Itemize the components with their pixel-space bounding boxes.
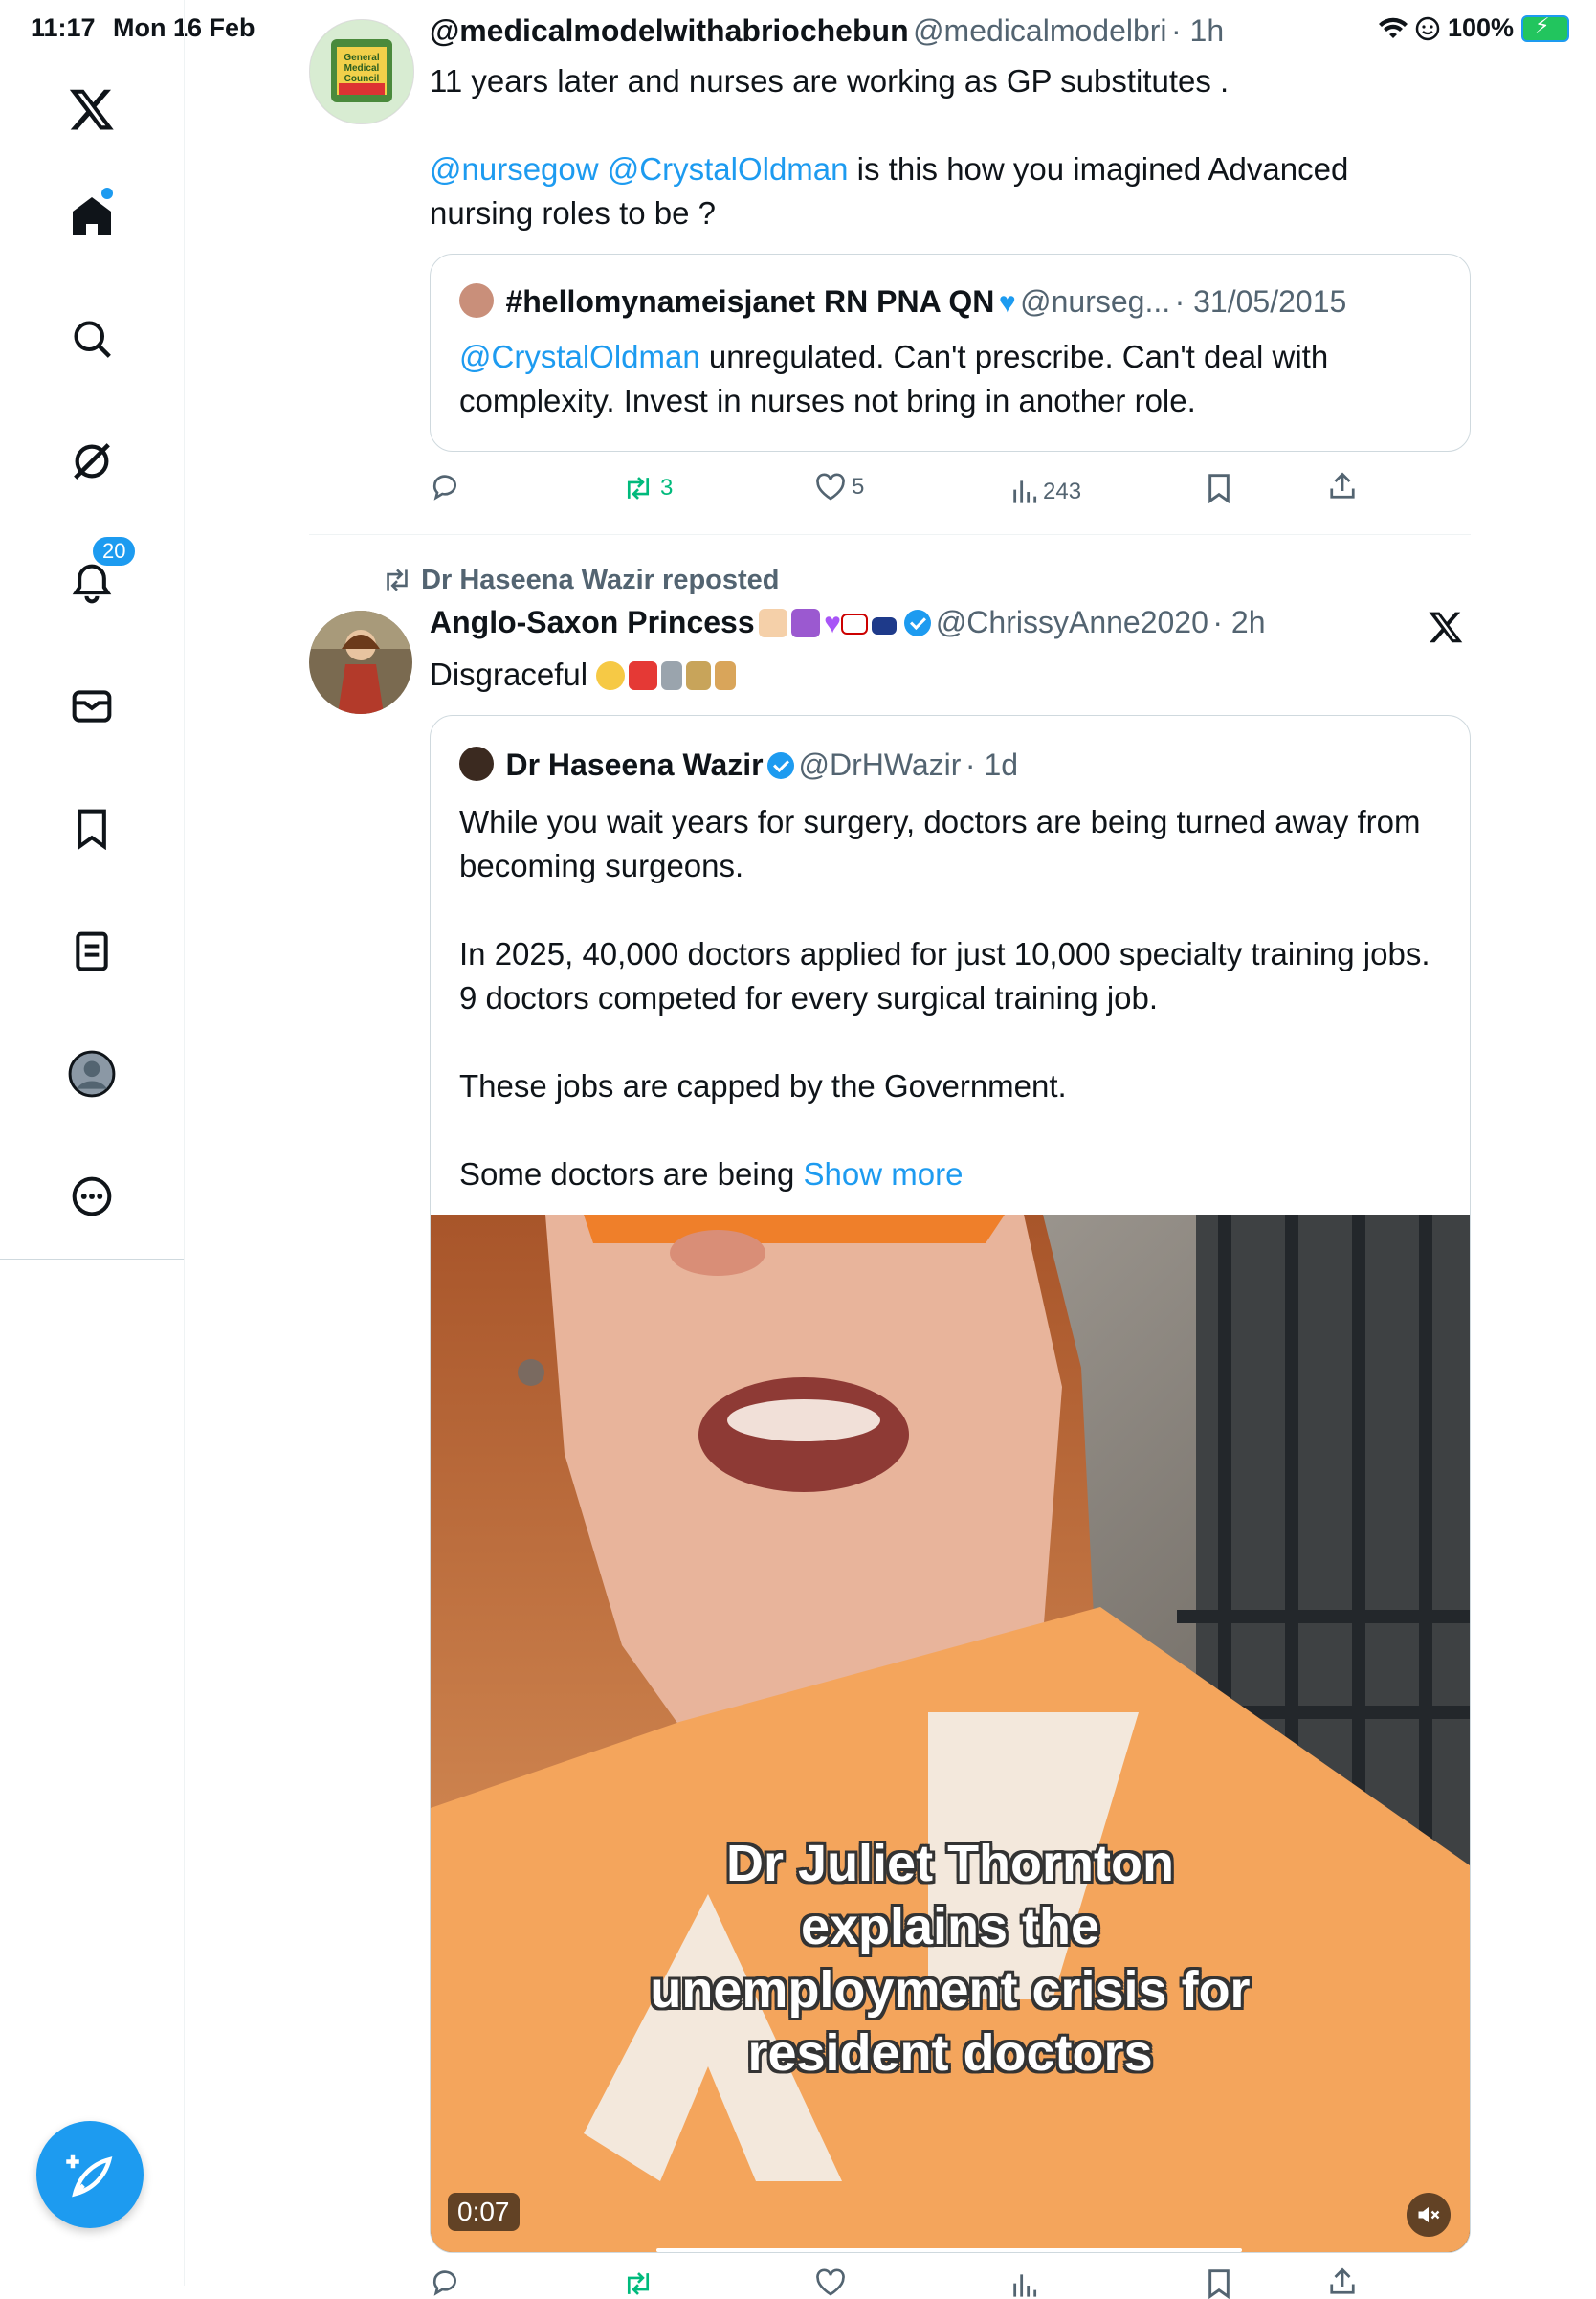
tweet-text: @nursegow @CrystalOldman is this how you… <box>430 147 1425 235</box>
quote-tweet[interactable]: Dr Haseena Wazir @DrHWazir · 1d While yo… <box>430 715 1471 2253</box>
views-count: 243 <box>1043 479 1082 504</box>
verified-badge-icon[interactable] <box>904 610 932 636</box>
quote-tweet[interactable]: #hellomynameisjanet RN PNA QN ♥ @nurseg.… <box>430 254 1471 452</box>
quote-timestamp[interactable]: · 31/05/2015 <box>1175 284 1347 319</box>
reply-button[interactable] <box>430 2266 460 2297</box>
mention-link[interactable]: @CrystalOldman <box>459 339 700 374</box>
mute-button[interactable] <box>1407 2193 1451 2237</box>
caption-line: unemployment crisis for <box>650 1961 1251 2019</box>
purple-heart-emoji: ♥ <box>824 608 841 639</box>
video-duration: 0:07 <box>448 2193 520 2231</box>
blue-heart-emoji: ♥ <box>998 287 1016 319</box>
grok-icon[interactable] <box>54 423 130 500</box>
notifications-nav[interactable]: 20 <box>54 534 139 622</box>
share-icon <box>1330 2267 1355 2294</box>
tweet-text-line1: 11 years later and nurses are working as… <box>430 63 1230 99</box>
lists-icon[interactable] <box>54 913 130 990</box>
quote-paragraph: These jobs are capped by the Government. <box>459 1068 1067 1104</box>
repost-icon <box>627 2272 650 2295</box>
sidebar: 20 <box>0 0 185 2286</box>
bell-icon <box>72 564 112 604</box>
x-logo-icon[interactable] <box>54 71 130 147</box>
display-name[interactable]: Anglo-Saxon Princess <box>430 605 755 639</box>
compose-button[interactable] <box>36 2121 144 2228</box>
bookmark-icon <box>1208 474 1230 503</box>
handle[interactable]: @ChrissyAnne2020 <box>936 605 1208 639</box>
avatar[interactable]: General Medical Council <box>309 19 414 124</box>
reply-icon <box>432 475 456 501</box>
compose-icon <box>66 2154 113 2198</box>
bookmark-icon <box>1208 2269 1230 2299</box>
profile-icon[interactable] <box>54 1036 130 1112</box>
quote-text: While you wait years for surgery, doctor… <box>459 800 1435 1196</box>
share-button[interactable] <box>1328 2266 1357 2297</box>
like-button[interactable]: 5 <box>815 473 864 502</box>
quote-display-name[interactable]: Dr Haseena Wazir <box>505 748 763 782</box>
repost-indicator[interactable]: Dr Haseena Wazir reposted <box>381 565 780 596</box>
quote-handle[interactable]: @nurseg... <box>1020 284 1170 319</box>
repost-icon <box>387 569 408 591</box>
handle[interactable]: @medicalmodelbri <box>913 13 1166 48</box>
like-icon <box>816 473 845 501</box>
quote-timestamp[interactable]: · 1d <box>965 748 1018 782</box>
mention-link[interactable]: @nursegow <box>430 151 599 187</box>
x-logo-icon <box>1428 609 1464 650</box>
avatar-text: General Medical Council <box>344 53 380 84</box>
views-icon <box>1013 480 1037 503</box>
quote-display-name[interactable]: #hellomynameisjanet RN PNA QN <box>505 284 994 319</box>
video-progress-bar[interactable] <box>656 2248 1242 2252</box>
reply-icon <box>432 2270 456 2296</box>
name-emojis: ♥ <box>759 608 904 639</box>
timestamp[interactable]: · 1h <box>1171 13 1224 48</box>
like-count: 5 <box>852 474 865 500</box>
video-caption: Dr Juliet Thornton explains the unemploy… <box>431 1832 1470 2085</box>
quote-handle[interactable]: @DrHWazir <box>799 748 962 782</box>
battery-icon: ⚡ <box>1521 13 1569 42</box>
mute-icon <box>1418 2206 1440 2223</box>
repost-icon <box>627 477 650 500</box>
bookmark-button[interactable] <box>1206 473 1232 503</box>
caption-line: explains the <box>800 1898 1100 1955</box>
tweet-divider <box>309 534 1471 535</box>
caption-line: resident doctors <box>747 2024 1153 2082</box>
verified-badge-icon[interactable] <box>767 752 795 779</box>
timestamp[interactable]: · 2h <box>1212 605 1265 639</box>
search-icon[interactable] <box>54 301 130 377</box>
display-name[interactable]: @medicalmodelwithabriochebun <box>430 13 909 48</box>
repost-button[interactable]: 3 <box>622 475 673 502</box>
like-icon <box>816 2268 845 2296</box>
quote-paragraph: Some doctors are being <box>459 1156 804 1192</box>
sidebar-divider <box>0 1259 184 1260</box>
tweet-text: Disgraceful <box>430 657 588 692</box>
quote-paragraph: While you wait years for surgery, doctor… <box>459 804 1421 883</box>
more-icon[interactable] <box>54 1158 130 1235</box>
share-icon <box>1330 472 1355 499</box>
repost-count: 3 <box>660 475 674 501</box>
quote-text: @CrystalOldman unregulated. Can't prescr… <box>459 335 1435 423</box>
bookmark-button[interactable] <box>1206 2268 1232 2299</box>
mail-icon[interactable] <box>54 668 130 745</box>
caption-line: Dr Juliet Thornton <box>726 1835 1174 1892</box>
quote-avatar[interactable] <box>459 283 494 318</box>
notifications-badge: 20 <box>90 534 139 569</box>
views-button[interactable] <box>1010 2272 1037 2299</box>
text-emojis <box>596 657 740 692</box>
like-button[interactable] <box>815 2268 846 2297</box>
avatar[interactable] <box>309 611 412 714</box>
home-notification-dot <box>101 188 113 199</box>
share-button[interactable] <box>1328 471 1357 502</box>
repost-button[interactable] <box>622 2270 654 2297</box>
views-icon <box>1013 2274 1037 2297</box>
video-player[interactable]: Dr Juliet Thornton explains the unemploy… <box>431 1215 1470 2252</box>
home-icon[interactable] <box>54 178 130 255</box>
mention-link[interactable]: @CrystalOldman <box>608 151 849 187</box>
video-frame <box>431 1215 1470 2252</box>
bookmark-icon[interactable] <box>54 791 130 867</box>
reply-button[interactable] <box>430 471 466 502</box>
repost-label[interactable]: Dr Haseena Wazir reposted <box>421 565 779 595</box>
show-more-link[interactable]: Show more <box>804 1156 964 1192</box>
quote-paragraph: In 2025, 40,000 doctors applied for just… <box>459 936 1430 1016</box>
views-button[interactable]: 243 <box>1010 479 1081 505</box>
quote-avatar[interactable] <box>459 747 494 781</box>
